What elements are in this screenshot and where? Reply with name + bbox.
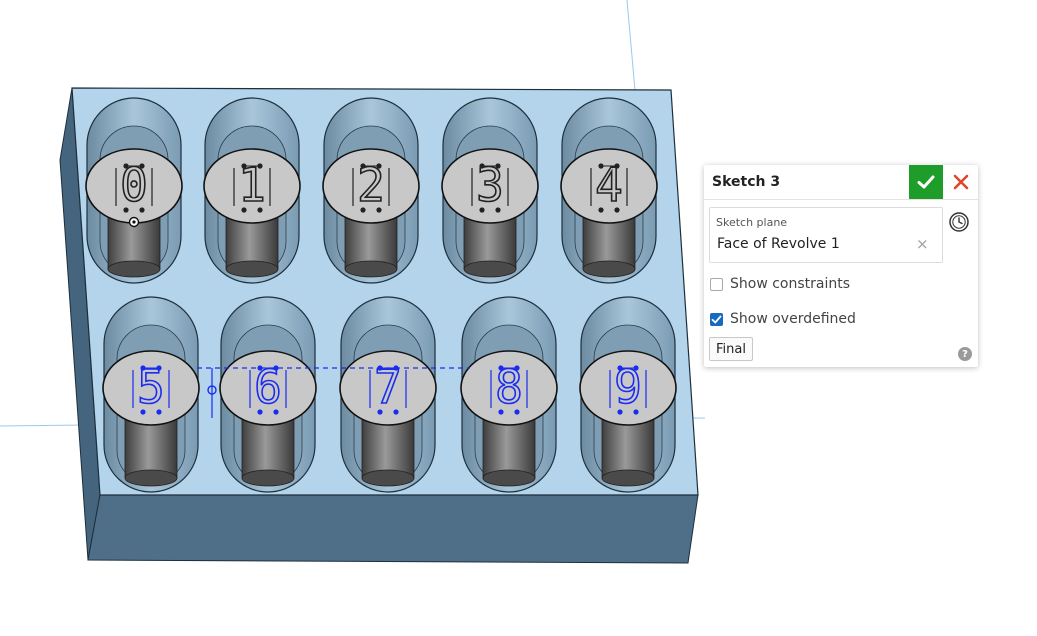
history-clock-icon[interactable] [948, 211, 970, 233]
peg-bottom [107, 260, 161, 278]
checkmark-icon [917, 175, 935, 189]
block-front-face [87, 494, 699, 564]
sketch-plane-value[interactable]: Face of Revolve 1 [717, 236, 840, 252]
digit-slot[interactable]: 7 [339, 296, 437, 493]
sketch-dialog: Sketch 3 Sketch plane Face of Revolve 1 … [704, 165, 978, 367]
digit-sketch-text[interactable]: 0 [119, 157, 148, 213]
peg-bottom [241, 469, 295, 487]
checkbox-check-icon [711, 315, 722, 324]
digit-slot[interactable]: 2 [322, 97, 420, 284]
digit-slot[interactable]: 5 [102, 296, 200, 493]
digit-slot[interactable]: 1 [203, 97, 301, 284]
close-icon [953, 174, 969, 190]
peg-bottom [463, 260, 517, 278]
peg-bottom [482, 469, 536, 487]
digit-sketch-text[interactable]: 8 [494, 359, 523, 415]
sketch-origin-dot [132, 220, 136, 224]
show-constraints-checkbox[interactable] [710, 277, 723, 291]
digit-slot[interactable]: 3 [441, 97, 539, 284]
digit-slot[interactable]: 9 [579, 296, 677, 493]
show-overdefined-checkbox[interactable] [710, 312, 723, 326]
dialog-title: Sketch 3 [712, 174, 781, 190]
digit-sketch-text[interactable]: 6 [253, 359, 282, 415]
digit-sketch-text[interactable]: 2 [356, 157, 385, 213]
final-button[interactable]: Final [709, 337, 753, 361]
cancel-button[interactable] [948, 167, 974, 197]
digit-sketch-text[interactable]: 4 [594, 157, 623, 213]
show-overdefined-label: Show overdefined [730, 311, 856, 327]
digit-slot[interactable]: 8 [460, 296, 558, 493]
peg-bottom [124, 469, 178, 487]
accept-button[interactable] [909, 165, 943, 199]
peg-bottom [601, 469, 655, 487]
peg-bottom [582, 260, 636, 278]
digit-slot[interactable]: 0 [85, 97, 183, 284]
sketch-plane-field[interactable]: Sketch plane Face of Revolve 1 × [709, 207, 943, 263]
show-constraints-label: Show constraints [730, 276, 851, 292]
digit-sketch-text[interactable]: 1 [237, 157, 266, 213]
digit-sketch-text[interactable]: 3 [475, 157, 504, 213]
digit-sketch-text[interactable]: 9 [613, 359, 642, 415]
digit-slot[interactable]: 4 [560, 97, 658, 284]
dialog-header: Sketch 3 [704, 165, 978, 200]
digit-slot[interactable]: 6 [219, 296, 317, 493]
peg-bottom [225, 260, 279, 278]
help-icon[interactable]: ? [958, 347, 972, 361]
show-overdefined-row[interactable]: Show overdefined [710, 310, 856, 328]
peg-bottom [361, 469, 415, 487]
digit-sketch-text[interactable]: 5 [136, 359, 165, 415]
show-constraints-row[interactable]: Show constraints [710, 275, 850, 293]
clear-selection-icon[interactable]: × [916, 235, 929, 253]
sketch-plane-label: Sketch plane [716, 216, 788, 229]
peg-bottom [344, 260, 398, 278]
